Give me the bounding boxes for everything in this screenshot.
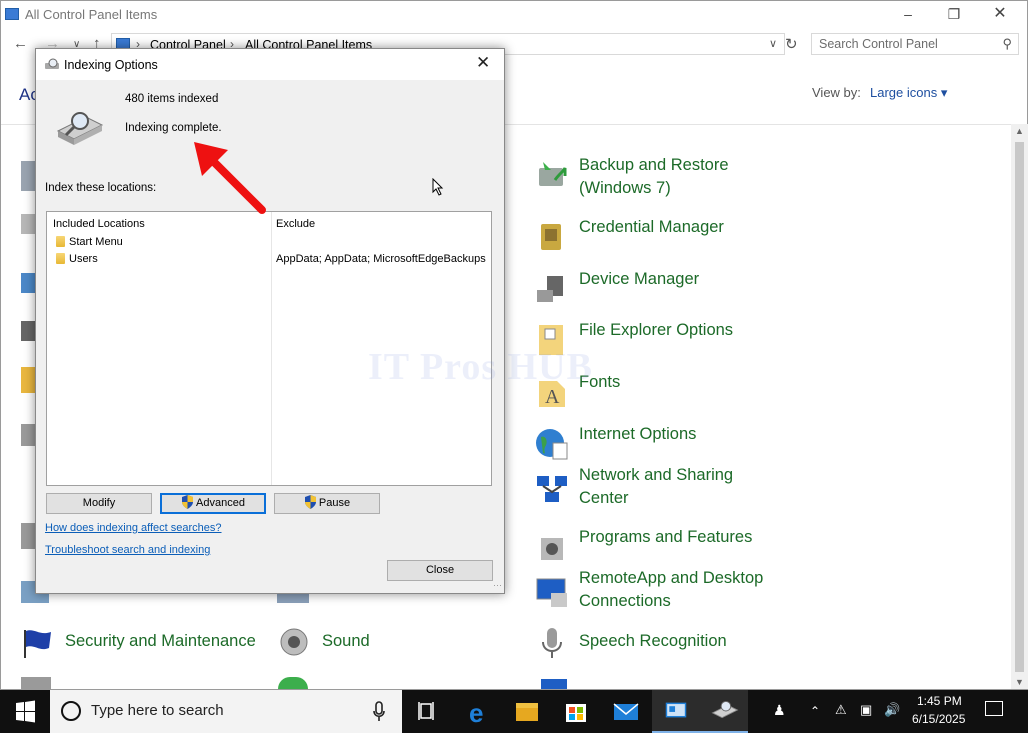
chevron-down-icon[interactable]: ∨ — [769, 37, 777, 50]
cortana-circle-icon — [61, 701, 81, 721]
view-by-value: Large icons — [870, 85, 938, 100]
maximize-button[interactable]: ❐ — [931, 3, 977, 27]
uac-shield-icon — [182, 495, 194, 510]
item-programs-features[interactable]: Programs and Features — [535, 526, 755, 572]
close-icon[interactable]: ✕ — [476, 53, 490, 73]
security-tray-icon[interactable]: ⚠ — [835, 702, 847, 718]
partial-item-icon[interactable] — [541, 679, 567, 689]
task-view-icon[interactable] — [403, 690, 451, 733]
item-sound[interactable]: Sound — [278, 628, 408, 676]
indexing-options-dialog: Indexing Options ✕ 480 items indexed Ind… — [35, 48, 505, 594]
taskbar-search-placeholder: Type here to search — [91, 702, 224, 719]
device-manager-icon — [537, 276, 563, 302]
backup-restore-icon — [539, 162, 567, 186]
microphone-icon[interactable] — [372, 700, 386, 724]
back-arrow-icon[interactable]: ← — [13, 35, 28, 52]
partial-item-icon[interactable] — [278, 677, 308, 689]
notification-center-icon[interactable] — [985, 701, 1003, 716]
indexing-icon — [45, 58, 59, 69]
indexing-affect-link[interactable]: How does indexing affect searches? — [45, 522, 222, 534]
locations-label: Index these locations: — [45, 182, 157, 194]
indexing-status: Indexing complete. — [125, 122, 222, 134]
column-divider — [271, 212, 272, 485]
security-flag-icon — [24, 630, 51, 658]
minimize-button[interactable]: – — [885, 3, 931, 27]
control-panel-icon — [665, 702, 687, 718]
item-remoteapp[interactable]: RemoteApp and Desktop Connections — [535, 567, 775, 613]
view-by-dropdown[interactable]: Large icons ▾ — [870, 85, 947, 101]
location-exclude: AppData; AppData; MicrosoftEdgeBackups — [276, 253, 486, 265]
refresh-icon[interactable]: ↻ — [785, 35, 798, 53]
item-backup-restore[interactable]: Backup and Restore (Windows 7) — [535, 154, 755, 200]
column-header-included: Included Locations — [53, 218, 145, 230]
red-arrow-annotation — [194, 142, 266, 214]
taskbar-search-box[interactable]: Type here to search — [50, 690, 402, 733]
people-icon[interactable]: ♟ — [773, 702, 786, 719]
remoteapp-icon — [536, 578, 567, 607]
indexing-icon — [711, 700, 739, 719]
pause-label: Pause — [318, 497, 351, 509]
svg-text:A: A — [545, 386, 560, 408]
scroll-thumb[interactable] — [1015, 142, 1024, 672]
window-title: All Control Panel Items — [25, 7, 158, 22]
location-name[interactable]: Users — [69, 253, 98, 265]
edge-browser-icon[interactable]: e — [455, 690, 503, 733]
search-box[interactable]: ⚲ — [811, 33, 1019, 55]
control-panel-icon — [5, 8, 19, 20]
control-panel-taskbar-button[interactable] — [652, 690, 700, 733]
speaker-icon — [280, 628, 308, 656]
clock-time[interactable]: 1:45 PM — [917, 694, 962, 708]
credential-manager-icon — [541, 224, 561, 250]
scroll-down-icon[interactable]: ▼ — [1015, 677, 1024, 687]
modify-button[interactable]: Modify — [46, 493, 152, 514]
items-indexed-count: 480 items indexed — [125, 93, 219, 105]
item-speech-recognition[interactable]: Speech Recognition — [535, 628, 755, 676]
partial-item-icon[interactable] — [21, 677, 51, 689]
indexing-drive-icon — [56, 112, 104, 145]
network-tray-icon[interactable]: ▣ — [860, 702, 872, 718]
microphone-icon — [542, 628, 562, 658]
indexing-options-taskbar-button[interactable] — [700, 690, 748, 733]
network-sharing-icon — [537, 476, 567, 502]
close-button[interactable]: Close — [387, 560, 493, 581]
resize-grip-icon[interactable]: ⋯ — [493, 580, 502, 591]
advanced-label: Advanced — [196, 497, 245, 509]
item-internet-options[interactable]: Internet Options — [535, 423, 755, 469]
item-credential-manager[interactable]: Credential Manager — [535, 216, 755, 262]
title-bar: All Control Panel Items – ❐ ✕ — [1, 1, 1027, 29]
mouse-pointer-icon — [432, 178, 444, 196]
uac-shield-icon — [304, 495, 316, 510]
item-network-sharing[interactable]: Network and Sharing Center — [535, 464, 755, 510]
taskbar: Type here to search e ♟ ⌃ ⚠ ▣ 🔊 1:45 PM … — [0, 690, 1028, 733]
programs-features-icon — [541, 538, 563, 560]
pause-button[interactable]: Pause — [274, 493, 380, 514]
scroll-up-icon[interactable]: ▲ — [1015, 126, 1024, 136]
troubleshoot-link[interactable]: Troubleshoot search and indexing — [45, 544, 210, 556]
location-name[interactable]: Start Menu — [69, 236, 123, 248]
folder-icon — [56, 236, 65, 247]
chevron-up-icon[interactable]: ⌃ — [810, 704, 820, 718]
dialog-title-bar: Indexing Options ✕ — [36, 49, 504, 80]
vertical-scrollbar[interactable]: ▲ ▼ — [1011, 124, 1028, 689]
advanced-button[interactable]: Advanced — [160, 493, 266, 514]
item-device-manager[interactable]: Device Manager — [535, 268, 755, 314]
watermark: IT Pros HUB — [368, 346, 593, 388]
folder-icon — [56, 253, 65, 264]
svg-text:e: e — [469, 698, 483, 728]
file-explorer-icon[interactable] — [503, 690, 551, 733]
internet-options-icon — [536, 429, 568, 460]
clock-date[interactable]: 6/15/2025 — [912, 712, 965, 726]
item-security-maintenance[interactable]: Security and Maintenance — [21, 630, 271, 676]
store-icon[interactable] — [552, 690, 600, 733]
column-header-exclude: Exclude — [276, 218, 316, 230]
search-icon[interactable]: ⚲ — [1002, 36, 1012, 52]
mail-icon[interactable] — [602, 690, 650, 733]
volume-icon[interactable]: 🔊 — [884, 702, 900, 718]
search-input[interactable] — [812, 34, 992, 54]
dialog-title: Indexing Options — [64, 58, 158, 72]
close-button[interactable]: ✕ — [977, 3, 1023, 27]
windows-start-icon[interactable] — [0, 690, 50, 733]
view-by-label: View by: — [812, 85, 861, 100]
